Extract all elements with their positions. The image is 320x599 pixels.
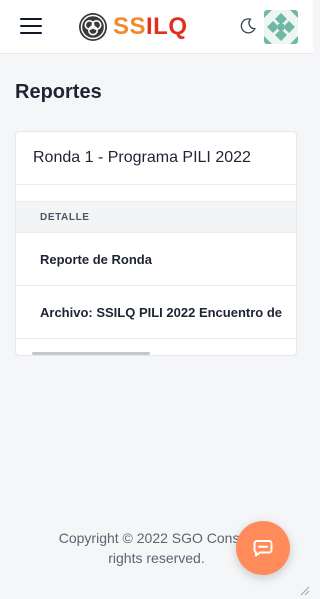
chat-button[interactable] <box>236 521 290 575</box>
table-row-reporte-de-ronda[interactable]: Reporte de Ronda <box>16 233 296 286</box>
table-header-detalle: DETALLE <box>16 201 296 233</box>
report-card: Ronda 1 - Programa PILI 2022 DETALLE Rep… <box>15 131 297 356</box>
moon-icon[interactable] <box>239 17 257 35</box>
logo-text: SSILQ <box>113 13 188 41</box>
page-title: Reportes <box>15 81 102 103</box>
hamburger-menu-icon[interactable] <box>20 17 42 35</box>
logo-knot-icon <box>79 13 107 41</box>
card-title: Ronda 1 - Programa PILI 2022 <box>16 132 296 185</box>
avatar[interactable] <box>264 10 298 44</box>
table-row-archivo[interactable]: Archivo: SSILQ PILI 2022 Encuentro de <box>16 286 296 339</box>
top-bar: SSILQ <box>0 0 313 54</box>
logo-text-prefix: SS <box>113 13 147 40</box>
logo-text-suffix: ILQ <box>146 13 188 40</box>
chat-icon <box>253 540 273 557</box>
horizontal-scrollbar[interactable] <box>32 352 150 355</box>
resize-handle-icon[interactable] <box>300 586 310 596</box>
brand-logo[interactable]: SSILQ <box>78 11 188 43</box>
report-table: DETALLE Reporte de Ronda Archivo: SSILQ … <box>16 201 296 355</box>
